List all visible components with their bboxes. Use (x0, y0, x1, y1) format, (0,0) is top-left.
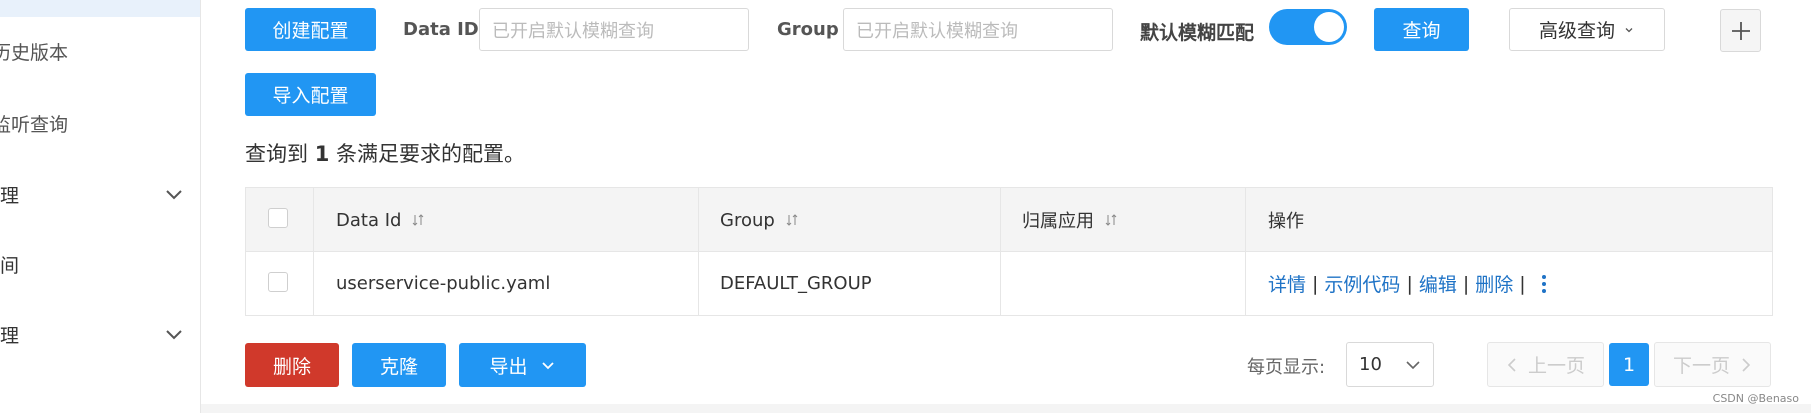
summary-suffix: 条满足要求的配置。 (336, 142, 525, 166)
dataid-placeholder: 已开启默认模糊查询 (492, 20, 654, 42)
column-divider (313, 188, 314, 315)
chevron-down-icon (166, 190, 182, 200)
sort-icon[interactable] (411, 213, 425, 227)
fuzzy-match-toggle[interactable] (1269, 9, 1347, 45)
fuzzy-match-label: 默认模糊匹配 (1140, 22, 1255, 44)
more-vertical-icon[interactable] (1540, 273, 1548, 295)
sort-icon[interactable] (1104, 213, 1118, 227)
sidebar-item-history[interactable]: 历史版本 (0, 31, 200, 71)
page-1-button[interactable]: 1 (1609, 343, 1649, 386)
sidebar-item-namespace[interactable]: 空间 (0, 244, 200, 284)
header-group[interactable]: Group (720, 188, 799, 252)
header-dataid-label: Data Id (336, 209, 402, 231)
action-separator: | (1462, 272, 1470, 295)
summary-prefix: 查询到 (245, 142, 308, 166)
horizontal-scrollbar[interactable] (201, 404, 1811, 413)
header-app-label: 归属应用 (1022, 211, 1094, 232)
sidebar-item-manage-1[interactable]: 管理 (0, 174, 200, 214)
summary-count: 1 (314, 142, 330, 166)
dataid-input[interactable]: 已开启默认模糊查询 (479, 8, 749, 51)
group-input[interactable]: 已开启默认模糊查询 (843, 8, 1113, 51)
toggle-knob (1314, 12, 1344, 42)
header-actions: 操作 (1268, 188, 1304, 252)
select-all-checkbox[interactable] (268, 208, 288, 228)
export-label: 导出 (489, 355, 528, 378)
sidebar-item-listen-query[interactable]: 监听查询 (0, 103, 200, 143)
chevron-left-icon (1507, 357, 1516, 372)
per-page-select[interactable]: 10 (1346, 342, 1434, 387)
row-checkbox[interactable] (268, 272, 288, 292)
chevron-down-icon (541, 362, 554, 370)
advanced-query-label: 高级查询 (1538, 20, 1615, 42)
query-button[interactable]: 查询 (1374, 8, 1469, 51)
header-dataid[interactable]: Data Id (336, 188, 425, 252)
config-table: Data Id Group 归属应用 操作 userservice-public… (245, 187, 1773, 316)
column-divider (1245, 188, 1246, 315)
sidebar-item-label: 空间 (0, 254, 20, 277)
sidebar-item-label: 历史版本 (0, 41, 69, 64)
create-config-button[interactable]: 创建配置 (245, 8, 376, 51)
chevron-right-icon (1742, 357, 1751, 372)
cell-actions: 详情 | 示例代码 | 编辑 | 删除 | (1268, 252, 1548, 315)
sidebar-item-manage-2[interactable]: 管理 (0, 314, 200, 354)
chevron-down-icon (1406, 361, 1420, 370)
dataid-label: Data ID (403, 19, 479, 40)
edit-link[interactable]: 编辑 (1419, 270, 1457, 297)
add-button[interactable] (1720, 9, 1761, 52)
header-app[interactable]: 归属应用 (1022, 188, 1118, 252)
export-dropdown-button[interactable]: 导出 (459, 343, 586, 387)
detail-link[interactable]: 详情 (1268, 270, 1306, 297)
sample-code-link[interactable]: 示例代码 (1324, 270, 1400, 297)
query-summary: 查询到 1 条满足要求的配置。 (245, 138, 525, 168)
next-page-button[interactable]: 下一页 (1654, 342, 1771, 387)
sort-icon[interactable] (785, 213, 799, 227)
cell-dataid: userservice-public.yaml (336, 273, 551, 294)
plus-icon (1731, 21, 1750, 40)
prev-page-button[interactable]: 上一页 (1487, 342, 1604, 387)
sidebar-active-item[interactable] (0, 0, 200, 17)
cell-group: DEFAULT_GROUP (720, 273, 872, 294)
per-page-label: 每页显示: (1247, 357, 1326, 378)
column-divider (1000, 188, 1001, 315)
header-group-label: Group (720, 209, 775, 231)
prev-page-label: 上一页 (1527, 355, 1585, 377)
table-header (246, 188, 1772, 252)
bulk-delete-button[interactable]: 删除 (245, 343, 339, 387)
import-config-button[interactable]: 导入配置 (245, 73, 376, 116)
header-actions-label: 操作 (1268, 211, 1304, 232)
sidebar-item-label: 监听查询 (0, 113, 69, 136)
advanced-query-dropdown[interactable]: 高级查询 (1509, 8, 1665, 51)
sidebar: 历史版本 监听查询 管理 空间 管理 (0, 0, 201, 413)
group-label: Group (777, 19, 839, 40)
action-separator: | (1406, 272, 1413, 295)
next-page-label: 下一页 (1672, 355, 1730, 377)
action-separator: | (1519, 272, 1526, 295)
watermark: CSDN @Benaso (1712, 392, 1799, 405)
app-frame: 历史版本 监听查询 管理 空间 管理 创建配置 Data ID 已开启默认模糊查… (0, 0, 1811, 413)
per-page-value: 10 (1359, 354, 1382, 375)
chevron-down-icon (1625, 27, 1633, 32)
action-separator: | (1312, 272, 1319, 295)
chevron-down-icon (166, 330, 182, 340)
group-placeholder: 已开启默认模糊查询 (856, 20, 1018, 42)
column-divider (698, 188, 699, 315)
delete-link[interactable]: 删除 (1475, 270, 1513, 297)
clone-button[interactable]: 克隆 (352, 343, 446, 387)
